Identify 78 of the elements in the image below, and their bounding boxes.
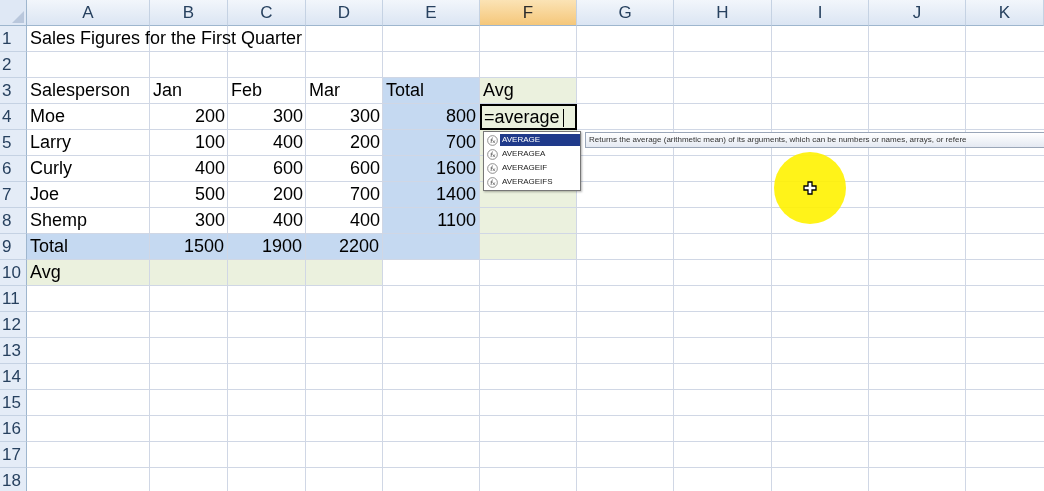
function-suggestion[interactable]: AVERAGEIF bbox=[484, 161, 580, 175]
cell-text: 600 bbox=[272, 158, 303, 178]
row-header[interactable]: 12 bbox=[0, 312, 27, 338]
cell-text: 400 bbox=[349, 210, 380, 230]
row-header[interactable]: 17 bbox=[0, 442, 27, 468]
column-header[interactable]: D bbox=[306, 0, 383, 26]
row-header[interactable]: 14 bbox=[0, 364, 27, 390]
row-header[interactable]: 8 bbox=[0, 208, 27, 234]
cell-text: 2200 bbox=[338, 236, 379, 256]
column-header[interactable]: G bbox=[577, 0, 674, 26]
function-icon bbox=[487, 134, 498, 146]
row-header[interactable]: 4 bbox=[0, 104, 27, 130]
cursor-icon bbox=[803, 181, 817, 195]
cell-text: Salesperson bbox=[30, 80, 131, 100]
cell-text: 700 bbox=[445, 132, 476, 152]
cell-input[interactable]: =average bbox=[480, 104, 577, 130]
function-suggestion[interactable]: AVERAGEIFS bbox=[484, 175, 580, 189]
cell-text: Total bbox=[386, 80, 425, 100]
cell-text: 1500 bbox=[183, 236, 224, 256]
cell-text: 200 bbox=[194, 106, 225, 126]
cell-text: 300 bbox=[272, 106, 303, 126]
cell-text: Jan bbox=[153, 80, 183, 100]
cell-text: Mar bbox=[309, 80, 340, 100]
cell-text: Feb bbox=[231, 80, 263, 100]
cell-text: Curly bbox=[30, 158, 72, 178]
cell-text: 1900 bbox=[261, 236, 302, 256]
cell-text: 200 bbox=[349, 132, 380, 152]
cell-text: 400 bbox=[272, 210, 303, 230]
function-icon bbox=[487, 176, 498, 188]
cell-text: 800 bbox=[445, 106, 476, 126]
cell-text: 1400 bbox=[435, 184, 476, 204]
row-header[interactable]: 15 bbox=[0, 390, 27, 416]
cell-text: 200 bbox=[272, 184, 303, 204]
cell-text: 400 bbox=[194, 158, 225, 178]
column-header[interactable]: A bbox=[27, 0, 150, 26]
cell-text: Larry bbox=[30, 132, 71, 152]
function-icon bbox=[487, 162, 498, 174]
column-header[interactable]: E bbox=[383, 0, 480, 26]
row-header[interactable]: 16 bbox=[0, 416, 27, 442]
cell-text: Avg bbox=[483, 80, 514, 100]
column-header[interactable]: J bbox=[869, 0, 966, 26]
cell-text: 500 bbox=[194, 184, 225, 204]
row-header[interactable]: 1 bbox=[0, 26, 27, 52]
function-tooltip: Returns the average (arithmetic mean) of its arguments, which can be numbers or names, arrays, or refere bbox=[585, 132, 1044, 148]
column-header[interactable]: H bbox=[674, 0, 772, 26]
function-icon bbox=[487, 148, 498, 160]
row-header[interactable]: 6 bbox=[0, 156, 27, 182]
cell-text: 600 bbox=[349, 158, 380, 178]
cell-text: Moe bbox=[30, 106, 65, 126]
cell-text: 1600 bbox=[435, 158, 476, 178]
column-header[interactable]: K bbox=[966, 0, 1044, 26]
function-suggestion[interactable]: AVERAGEA bbox=[484, 147, 580, 161]
row-header[interactable]: 2 bbox=[0, 52, 27, 78]
row-header[interactable]: 13 bbox=[0, 338, 27, 364]
row-header[interactable]: 10 bbox=[0, 260, 27, 286]
column-header[interactable]: B bbox=[150, 0, 228, 26]
cell-text: 300 bbox=[194, 210, 225, 230]
cell-text: 1100 bbox=[437, 210, 476, 230]
cell-text: 100 bbox=[194, 132, 225, 152]
row-header[interactable]: 11 bbox=[0, 286, 27, 312]
cell-text: Joe bbox=[30, 184, 60, 204]
cell-text: 300 bbox=[349, 106, 380, 126]
column-header[interactable]: F bbox=[480, 0, 577, 26]
cell-text: Avg bbox=[30, 262, 61, 282]
row-header[interactable]: 7 bbox=[0, 182, 27, 208]
row-header[interactable]: 3 bbox=[0, 78, 27, 104]
cell-text: Total bbox=[30, 236, 69, 256]
cell-text: Sales Figures for the First Quarter bbox=[30, 28, 303, 48]
row-header[interactable]: 5 bbox=[0, 130, 27, 156]
cell-text: Shemp bbox=[30, 210, 88, 230]
cell-text: 400 bbox=[272, 132, 303, 152]
column-header[interactable]: I bbox=[772, 0, 869, 26]
row-header[interactable]: 18 bbox=[0, 468, 27, 491]
cell-text: 700 bbox=[349, 184, 380, 204]
select-all-button[interactable] bbox=[0, 0, 27, 26]
column-header[interactable]: C bbox=[228, 0, 306, 26]
corner-icon bbox=[12, 11, 24, 23]
row-header[interactable]: 9 bbox=[0, 234, 27, 260]
